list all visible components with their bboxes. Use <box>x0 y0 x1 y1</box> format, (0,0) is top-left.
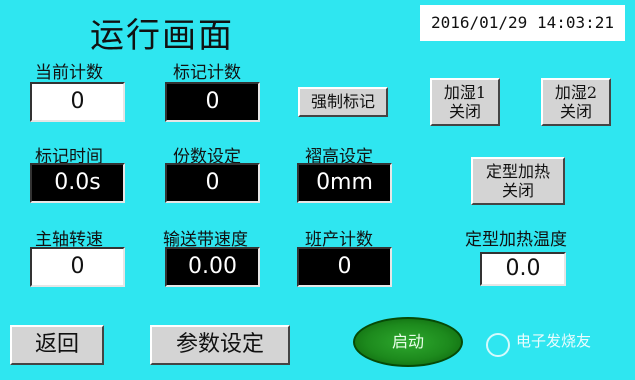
humidify1-button-label: 加湿1 <box>443 83 487 102</box>
datetime-display: 2016/01/29 14:03:21 <box>420 5 625 41</box>
watermark-text: 电子发烧友 <box>516 332 592 350</box>
watermark-logo-icon <box>486 333 510 357</box>
humidify2-button-label: 加湿2 <box>554 83 598 102</box>
force-mark-button[interactable]: 强制标记 <box>298 87 388 117</box>
parameter-settings-button[interactable]: 参数设定 <box>150 325 290 365</box>
shaping-heat-temp-display: 0.0 <box>480 252 566 286</box>
start-button[interactable]: 启动 <box>353 317 463 367</box>
mark-count-label: 标记计数 <box>173 63 241 83</box>
humidify1-toggle-button[interactable]: 加湿1 关闭 <box>430 78 500 126</box>
humidify2-button-state: 关闭 <box>559 102 592 121</box>
page-title: 运行画面 <box>90 16 234 56</box>
humidify1-button-state: 关闭 <box>448 102 481 121</box>
mark-count-input[interactable]: 0 <box>165 82 260 122</box>
current-count-display: 0 <box>30 82 125 122</box>
humidify2-toggle-button[interactable]: 加湿2 关闭 <box>541 78 611 126</box>
spindle-speed-display: 0 <box>30 247 125 287</box>
conveyor-speed-input[interactable]: 0.00 <box>165 247 260 287</box>
current-count-label: 当前计数 <box>35 63 103 83</box>
back-button[interactable]: 返回 <box>10 325 104 365</box>
portion-setting-input[interactable]: 0 <box>165 163 260 203</box>
shaping-heat-button-label: 定型加热 <box>485 162 550 181</box>
shaping-heat-toggle-button[interactable]: 定型加热 关闭 <box>471 157 565 205</box>
shaping-heat-button-state: 关闭 <box>501 181 534 200</box>
shift-count-display: 0 <box>297 247 392 287</box>
shaping-heat-temp-label: 定型加热温度 <box>465 230 567 250</box>
pleat-height-input[interactable]: 0mm <box>297 163 392 203</box>
mark-time-input[interactable]: 0.0s <box>30 163 125 203</box>
